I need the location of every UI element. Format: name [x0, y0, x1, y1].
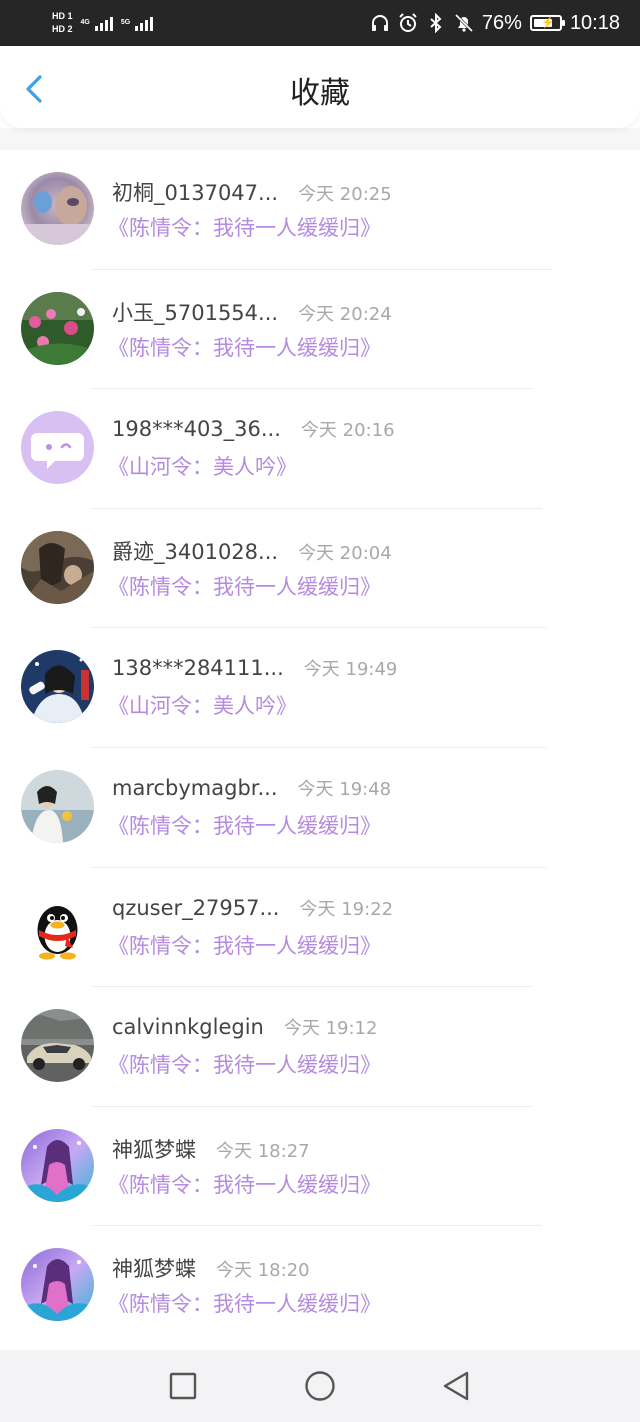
recent-apps-square-icon — [169, 1372, 197, 1400]
avatar-blurry-portrait — [21, 172, 94, 245]
hd2-label: HD 2 — [52, 24, 73, 34]
timestamp: 今天 20:16 — [300, 420, 395, 442]
work-title-link[interactable]: 《山河令：美人吟》 — [108, 690, 297, 720]
avatar[interactable] — [21, 1009, 94, 1083]
timestamp: 今天 19:49 — [303, 659, 398, 681]
avatar-flowers — [21, 291, 94, 365]
work-title-link[interactable]: 《陈情令：我待一人缓缓归》 — [108, 212, 381, 242]
headphones-icon — [370, 13, 390, 33]
home-button[interactable] — [298, 1366, 342, 1406]
favorite-item[interactable]: 小玉_5701554... 今天 20:24 《陈情令：我待一人缓缓归》 — [0, 270, 640, 390]
favorites-list: 初桐_0137047... 今天 20:25 《陈情令：我待一人缓缓归》 小玉_570… — [0, 150, 640, 1346]
avatar-fox-fantasy — [21, 1248, 94, 1322]
username[interactable]: 初桐_0137047... — [112, 177, 278, 207]
username[interactable]: 神狐梦蝶 — [112, 1134, 196, 1164]
avatar-illustration — [21, 530, 94, 604]
work-title-link[interactable]: 《山河令：美人吟》 — [108, 451, 297, 481]
favorite-item[interactable]: calvinnkglegin 今天 19:12 《陈情令：我待一人缓缓归》 — [0, 987, 640, 1107]
username[interactable]: 小玉_5701554... — [112, 297, 278, 327]
avatar[interactable] — [21, 172, 94, 245]
mute-bell-icon — [454, 13, 474, 33]
timestamp: 今天 19:48 — [297, 778, 392, 800]
back-nav-button[interactable] — [434, 1366, 478, 1406]
header: 收藏 — [0, 46, 640, 128]
work-title-link[interactable]: 《陈情令：我待一人缓缓归》 — [108, 1049, 381, 1079]
avatar[interactable] — [21, 889, 94, 963]
bluetooth-icon — [426, 13, 446, 33]
username[interactable]: calvinnkglegin — [112, 1015, 264, 1039]
username[interactable]: 神狐梦蝶 — [112, 1253, 196, 1283]
net1-label: 4G — [80, 19, 90, 26]
work-title-link[interactable]: 《陈情令：我待一人缓缓归》 — [108, 1288, 381, 1318]
avatar-fox-fantasy — [21, 1128, 94, 1202]
system-nav-bar — [0, 1350, 640, 1422]
favorite-item[interactable]: 初桐_0137047... 今天 20:25 《陈情令：我待一人缓缓归》 — [0, 150, 640, 270]
avatar[interactable] — [21, 411, 94, 485]
favorite-item[interactable]: 爵迹_3401028... 今天 20:04 《陈情令：我待一人缓缓归》 — [0, 509, 640, 629]
favorite-item[interactable]: qzuser_27957... 今天 19:22 《陈情令：我待一人缓缓归》 — [0, 868, 640, 988]
username[interactable]: marcbymagbr... — [112, 776, 278, 800]
avatar-qq-penguin — [21, 889, 94, 963]
work-title-link[interactable]: 《陈情令：我待一人缓缓归》 — [108, 1169, 381, 1199]
favorite-item[interactable]: 神狐梦蝶 今天 18:20 《陈情令：我待一人缓缓归》 — [0, 1226, 640, 1346]
timestamp: 今天 18:27 — [216, 1140, 310, 1162]
favorite-item[interactable]: 198***403_36... 今天 20:16 《山河令：美人吟》 — [0, 389, 640, 509]
divider — [0, 128, 640, 150]
signal-strength-icon — [94, 15, 113, 31]
timestamp: 今天 20:24 — [298, 303, 392, 325]
work-title-link[interactable]: 《陈情令：我待一人缓缓归》 — [108, 332, 381, 362]
recent-apps-button[interactable] — [161, 1366, 205, 1406]
network-indicators: HD 1 HD 2 4G 5G — [52, 6, 154, 40]
home-circle-icon — [305, 1371, 335, 1401]
alarm-icon — [398, 13, 418, 33]
avatar-car — [21, 1009, 94, 1083]
avatar-default-chat — [21, 411, 94, 485]
timestamp: 今天 20:04 — [298, 542, 392, 564]
battery-charging-icon: ⚡ — [529, 15, 565, 31]
work-title-link[interactable]: 《陈情令：我待一人缓缓归》 — [108, 930, 381, 960]
clock: 10:18 — [569, 11, 620, 34]
favorite-item[interactable]: 138***284111... 今天 19:49 《山河令：美人吟》 — [0, 628, 640, 748]
favorite-item[interactable]: marcbymagbr... 今天 19:48 《陈情令：我待一人缓缓归》 — [0, 748, 640, 868]
avatar[interactable] — [21, 1128, 94, 1202]
avatar[interactable] — [21, 650, 94, 724]
avatar-woman-sea — [21, 769, 94, 843]
status-bar: HD 1 HD 2 4G 5G 76% ⚡ 10:18 — [0, 0, 640, 46]
username[interactable]: 198***403_36... — [112, 417, 281, 441]
username[interactable]: 138***284111... — [112, 656, 284, 680]
timestamp: 今天 20:25 — [298, 184, 392, 205]
avatar-girl — [21, 650, 94, 724]
timestamp: 今天 19:22 — [299, 898, 394, 920]
avatar[interactable] — [21, 291, 94, 365]
work-title-link[interactable]: 《陈情令：我待一人缓缓归》 — [108, 810, 381, 840]
username[interactable]: 爵迹_3401028... — [112, 536, 278, 566]
hd1-label: HD 1 — [52, 11, 73, 21]
net2-label: 5G — [120, 19, 131, 26]
work-title-link[interactable]: 《陈情令：我待一人缓缓归》 — [108, 571, 381, 601]
signal-strength-icon-2 — [135, 15, 154, 31]
back-triangle-icon — [443, 1371, 469, 1401]
timestamp: 今天 19:12 — [283, 1018, 378, 1040]
avatar[interactable] — [21, 769, 94, 843]
favorite-item[interactable]: 神狐梦蝶 今天 18:27 《陈情令：我待一人缓缓归》 — [0, 1107, 640, 1227]
username[interactable]: qzuser_27957... — [112, 896, 280, 920]
timestamp: 今天 18:20 — [216, 1260, 310, 1282]
avatar[interactable] — [21, 530, 94, 604]
avatar[interactable] — [21, 1248, 94, 1322]
page-title: 收藏 — [290, 76, 350, 111]
battery-percent: 76% — [481, 11, 522, 34]
